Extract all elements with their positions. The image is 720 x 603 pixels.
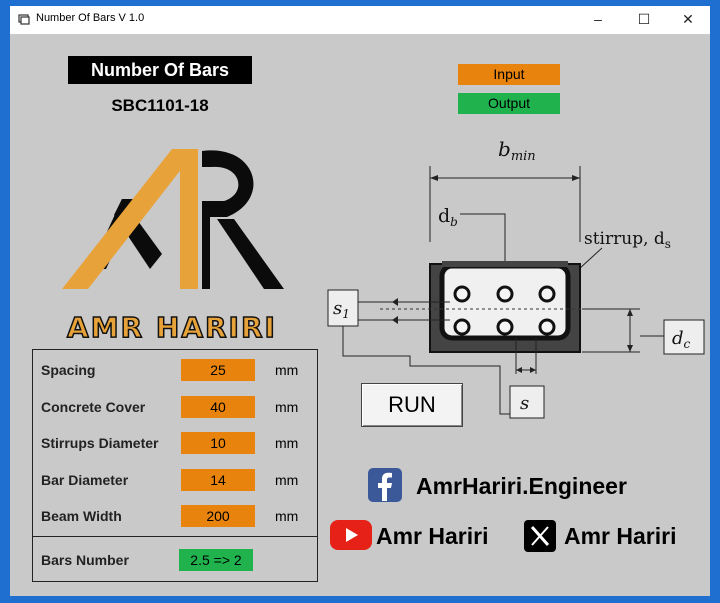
stirrups-diameter-label: Stirrups Diameter — [41, 435, 159, 451]
x-logo-icon — [524, 520, 556, 552]
stirrup-label: stirrup, ds — [584, 229, 671, 251]
page-title: Number Of Bars — [68, 56, 252, 84]
code-label: SBC1101-18 — [111, 96, 209, 115]
bars-number-output: 2.5 => 2 — [179, 549, 253, 571]
close-button[interactable]: ✕ — [666, 6, 710, 32]
youtube-icon — [330, 520, 372, 550]
input-legend-badge: Input — [458, 64, 560, 85]
bar-diameter-unit: mm — [275, 472, 299, 488]
bmin-label: bmin — [498, 137, 536, 164]
form-client-area: Number Of Bars SBC1101-18 Input Output A… — [10, 34, 710, 596]
amr-hariri-logo: AMR HARIRI — [62, 149, 284, 344]
output-legend-badge: Output — [458, 93, 560, 114]
bars-number-label: Bars Number — [41, 552, 129, 568]
youtube-handle: Amr Hariri — [376, 523, 489, 549]
db-label: db — [438, 205, 458, 229]
s-label: s — [520, 393, 529, 414]
facebook-link[interactable]: AmrHariri.Engineer — [368, 468, 688, 508]
concrete-cover-input[interactable]: 40 — [181, 396, 255, 418]
minimize-button[interactable]: – — [576, 6, 620, 32]
bar-diameter-label: Bar Diameter — [41, 472, 129, 488]
spacing-row: Spacing 25 mm — [33, 359, 317, 383]
spacing-label: Spacing — [41, 362, 96, 378]
stirrups-diameter-unit: mm — [275, 435, 299, 451]
bar-diameter-row: Bar Diameter 14 mm — [33, 469, 317, 493]
run-button[interactable]: RUN — [361, 383, 463, 427]
stirrups-diameter-input[interactable]: 10 — [181, 432, 255, 454]
beam-width-unit: mm — [275, 508, 299, 524]
facebook-handle: AmrHariri.Engineer — [416, 473, 627, 499]
app-window: Number Of Bars V 1.0 – ☐ ✕ Number Of Bar… — [10, 6, 710, 596]
concrete-cover-label: Concrete Cover — [41, 399, 146, 415]
app-icon — [18, 14, 30, 25]
stirrups-diameter-row: Stirrups Diameter 10 mm — [33, 432, 317, 456]
panel-divider — [33, 536, 317, 537]
window-title: Number Of Bars V 1.0 — [36, 12, 145, 24]
youtube-link[interactable]: Amr Hariri — [330, 518, 510, 554]
bar-diameter-input[interactable]: 14 — [181, 469, 255, 491]
logo-text: AMR HARIRI — [67, 311, 277, 344]
x-link[interactable]: Amr Hariri — [524, 518, 704, 554]
maximize-button[interactable]: ☐ — [622, 6, 666, 32]
title-bar: Number Of Bars V 1.0 – ☐ ✕ — [10, 6, 710, 32]
beam-width-row: Beam Width 200 mm — [33, 505, 317, 529]
bars-number-row: Bars Number 2.5 => 2 — [33, 549, 317, 573]
spacing-input[interactable]: 25 — [181, 359, 255, 381]
concrete-cover-row: Concrete Cover 40 mm — [33, 396, 317, 420]
input-panel: Spacing 25 mm Concrete Cover 40 mm Stirr… — [32, 349, 318, 582]
spacing-unit: mm — [275, 362, 299, 378]
beam-width-input[interactable]: 200 — [181, 505, 255, 527]
facebook-icon — [368, 468, 402, 502]
x-handle: Amr Hariri — [564, 523, 677, 549]
logo-mark-icon — [62, 149, 284, 289]
concrete-cover-unit: mm — [275, 399, 299, 415]
beam-width-label: Beam Width — [41, 508, 122, 524]
